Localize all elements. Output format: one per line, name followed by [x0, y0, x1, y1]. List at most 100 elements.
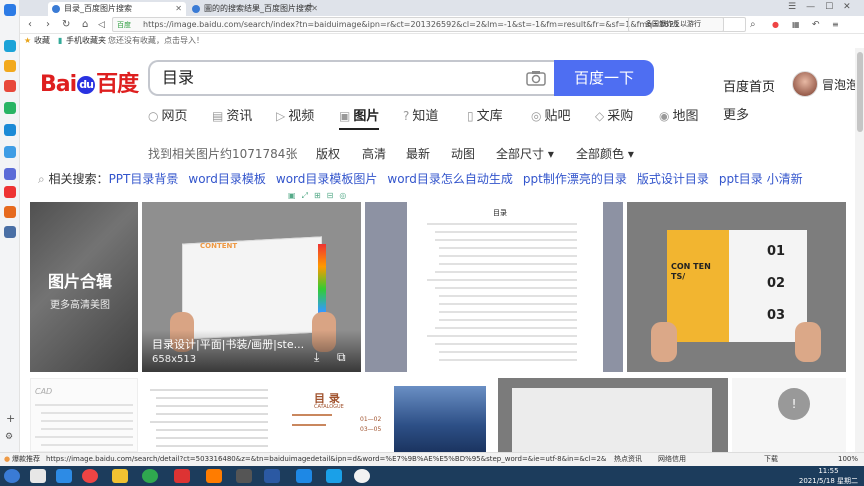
search-button[interactable]: 百度一下	[554, 60, 654, 96]
bookmark-mobile[interactable]: 手机收藏夹	[66, 34, 106, 48]
nav-news[interactable]: ▤ 资讯	[212, 108, 252, 125]
window-controls[interactable]: ☰—☐✕	[788, 2, 861, 12]
camera-icon[interactable]	[526, 70, 546, 86]
weibo-icon[interactable]	[4, 80, 16, 92]
related-link[interactable]: ppt目录 小清新	[719, 172, 803, 186]
result-image-sea[interactable]	[394, 386, 486, 452]
collapse-icon[interactable]: ◁	[98, 18, 105, 32]
filter-color[interactable]: 全部颜色 ▾	[576, 145, 634, 162]
bookmark-collect[interactable]: 收藏	[34, 34, 50, 48]
download-icon[interactable]: ⤓	[314, 350, 319, 365]
nav-web[interactable]: ○ 网页	[148, 108, 188, 125]
copy-icon[interactable]: ▣	[288, 191, 302, 200]
taskbar-app-icon[interactable]	[142, 469, 158, 483]
result-image-magazine[interactable]: CON TEN TS/ 01 02 03	[627, 202, 846, 372]
filter-hd[interactable]: 高清	[362, 145, 386, 162]
browser-logo-icon[interactable]	[4, 4, 16, 16]
similar-search-icon[interactable]: ⧉	[337, 350, 346, 365]
related-link[interactable]: PPT目录背景	[109, 172, 179, 186]
clock[interactable]: 11:55 2021/5/18 星期二	[799, 466, 858, 486]
forward-icon[interactable]: ›	[46, 18, 50, 32]
related-link[interactable]: 版式设计目录	[637, 172, 709, 186]
share-icon[interactable]: ⊟	[327, 191, 340, 200]
close-icon[interactable]: ✕	[175, 2, 182, 16]
result-image[interactable]: !	[732, 378, 846, 452]
image-caption[interactable]: 目录设计|平面|书装/画册|ste...	[152, 336, 304, 352]
search-icon[interactable]: ⌕	[750, 18, 756, 32]
star-icon[interactable]	[4, 60, 16, 72]
new-tab-button[interactable]: +	[306, 1, 314, 12]
photoshop-icon[interactable]	[264, 469, 280, 483]
result-image[interactable]	[498, 378, 728, 452]
side-search-input[interactable]: 多国爆炸反以游行	[628, 17, 746, 32]
scrollbar-thumb[interactable]	[857, 52, 863, 132]
nav-caigou[interactable]: ◇ 采购	[595, 108, 633, 125]
save-icon[interactable]: ⊞	[314, 191, 327, 200]
sidebar-app-icon[interactable]	[4, 40, 16, 52]
start-icon[interactable]	[4, 469, 20, 483]
back-icon[interactable]: ‹	[28, 18, 32, 32]
menu-icon[interactable]: ☰	[788, 2, 806, 12]
url-text[interactable]: https://image.baidu.com/search/index?tn=…	[143, 18, 703, 32]
nav-wenku[interactable]: ▯ 文库	[467, 108, 503, 125]
sidebar-app-icon[interactable]	[4, 186, 16, 198]
image-toolbar[interactable]: ▣⤢⊞⊟◎	[288, 191, 352, 201]
taskbar-app-icon[interactable]	[56, 469, 72, 483]
extension-icon[interactable]: ●	[772, 18, 779, 32]
sidebar-app-icon[interactable]	[4, 146, 16, 158]
tab-active[interactable]: 目录_百度图片搜索 ✕	[48, 2, 186, 16]
status-left[interactable]: 爆款推荐	[12, 453, 40, 466]
nav-image[interactable]: ▣ 图片	[339, 108, 379, 125]
nav-more[interactable]: 更多	[723, 108, 749, 124]
status-zoom[interactable]: 100%	[838, 453, 858, 466]
related-link[interactable]: word目录模板图片	[276, 172, 378, 186]
result-image[interactable]: 目 录 CATALOGUE 01—02 03—05	[282, 378, 390, 452]
baidu-home-link[interactable]: 百度首页	[723, 76, 775, 95]
nav-tieba[interactable]: ◎ 贴吧	[531, 108, 571, 125]
taskbar-app-icon[interactable]	[236, 469, 252, 483]
taskbar-app-icon[interactable]	[326, 469, 342, 483]
related-link[interactable]: word目录怎么自动生成	[387, 172, 513, 186]
reload-icon[interactable]: ↻	[62, 18, 70, 32]
status-download[interactable]: 下载	[764, 453, 778, 466]
filter-copyright[interactable]: 版权	[316, 145, 340, 162]
undo-icon[interactable]: ↶	[812, 18, 820, 32]
nav-map[interactable]: ◉ 地图	[659, 108, 699, 125]
filter-size[interactable]: 全部尺寸 ▾	[496, 145, 554, 162]
collection-card[interactable]: 图片合辑 更多高清美图	[30, 202, 138, 372]
taskbar-app-icon[interactable]	[174, 469, 190, 483]
sidebar-app-icon[interactable]	[4, 168, 16, 180]
result-image[interactable]: CAD	[30, 378, 138, 452]
tab-inactive[interactable]: 圖的的搜索结果_百度图片搜索 ✕	[188, 2, 322, 16]
result-image-book[interactable]: CONTENT 目录设计|平面|书装/画册|ste... 658x513 ⤓ ⧉	[142, 202, 361, 372]
taskbar-app-icon[interactable]	[30, 469, 46, 483]
more-icon[interactable]: ◎	[339, 191, 352, 200]
illustrator-icon[interactable]	[206, 469, 222, 483]
expand-icon[interactable]: ⤢	[302, 191, 314, 200]
related-link[interactable]: ppt制作漂亮的目录	[523, 172, 627, 186]
settings-icon[interactable]: ⚙	[5, 432, 13, 442]
sidebar-app-icon[interactable]	[4, 226, 16, 238]
avatar[interactable]	[792, 71, 818, 97]
close-window-icon[interactable]: ✕	[843, 2, 861, 12]
grid-icon[interactable]: ▦	[792, 18, 800, 32]
menu-icon[interactable]: ≡	[832, 18, 839, 32]
folder-icon[interactable]	[112, 469, 128, 483]
sidebar-app-icon[interactable]	[4, 206, 16, 218]
sidebar-app-icon[interactable]	[4, 124, 16, 136]
alert-icon[interactable]: !	[778, 388, 810, 420]
nav-zhidao[interactable]: ? 知道	[403, 108, 438, 125]
taskbar-app-icon[interactable]	[82, 469, 98, 483]
minimize-icon[interactable]: —	[806, 2, 825, 12]
filter-latest[interactable]: 最新	[406, 145, 430, 162]
home-icon[interactable]: ⌂	[82, 18, 88, 32]
status-net[interactable]: 网络信用	[658, 453, 686, 466]
nav-video[interactable]: ▷ 视频	[276, 108, 314, 125]
filter-animated[interactable]: 动图	[451, 145, 475, 162]
sidebar-app-icon[interactable]	[4, 102, 16, 114]
search-input[interactable]: 目录	[148, 60, 554, 96]
result-image[interactable]	[142, 378, 278, 452]
status-hot[interactable]: 热点资讯	[614, 453, 642, 466]
taskbar-app-icon[interactable]	[296, 469, 312, 483]
bookmark-hint[interactable]: 您还没有收藏，点击导入！	[108, 34, 204, 48]
